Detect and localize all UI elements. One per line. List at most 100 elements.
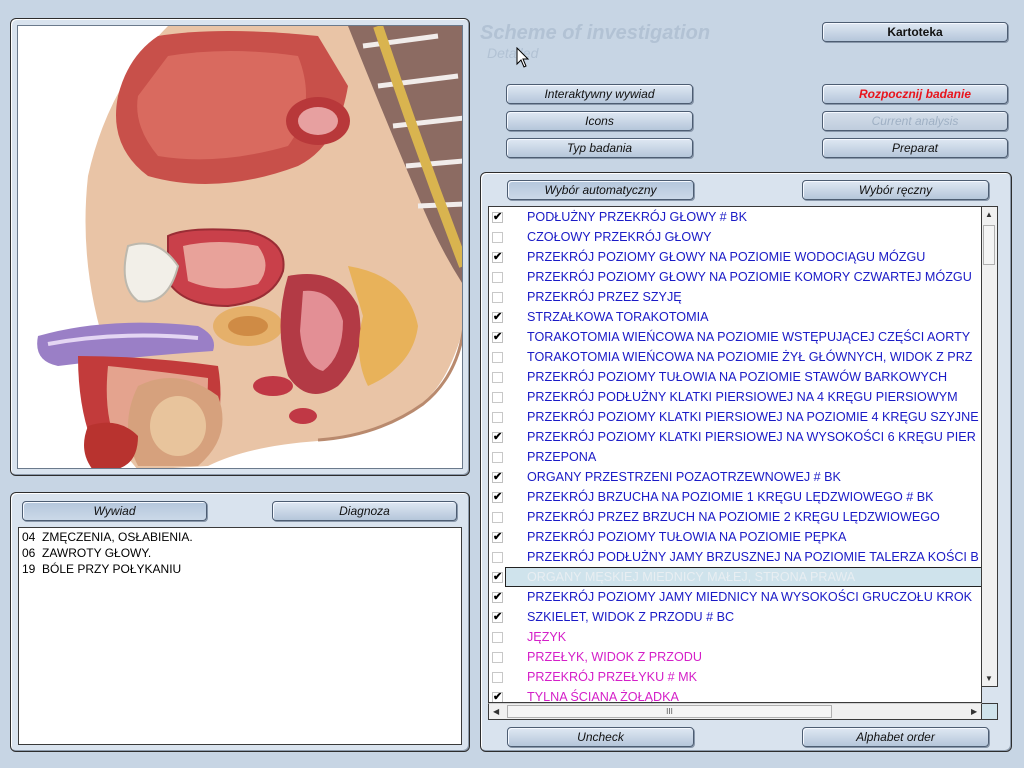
item-checkbox[interactable]: ✔ [492,571,503,583]
scroll-down-icon[interactable]: ▼ [985,674,993,683]
investigation-list-item[interactable]: PRZEKRÓJ PRZEŁYKU # MK [489,667,981,687]
investigation-list-item[interactable]: PRZEKRÓJ POZIOMY GŁOWY NA POZIOMIE KOMOR… [489,267,981,287]
investigation-list-item[interactable]: PRZEKRÓJ PRZEZ SZYJĘ [489,287,981,307]
investigation-list-item[interactable]: CZOŁOWY PRZEKRÓJ GŁOWY [489,227,981,247]
investigation-list[interactable]: ✔ PODŁUŻNY PRZEKRÓJ GŁOWY # BK CZOŁOWY PRZ… [488,206,982,703]
scroll-up-icon[interactable]: ▲ [985,210,993,219]
item-checkbox[interactable]: ✔ [492,311,503,323]
mouse-cursor-icon [516,46,530,74]
item-label: PRZEKRÓJ PRZEZ BRZUCH NA POZIOMIE 2 KRĘG… [527,510,940,524]
investigation-list-item[interactable]: PRZEŁYK, WIDOK Z PRZODU [489,647,981,667]
item-label: TORAKOTOMIA WIEŃCOWA NA POZIOMIE WSTĘPUJ… [527,330,971,344]
item-checkbox[interactable] [492,271,503,283]
manual-select-button[interactable]: Wybór ręczny [802,180,989,200]
interview-panel: Wywiad Diagnoza 04 ZMĘCZENIA, OSŁABIENIA… [10,492,470,752]
start-exam-button[interactable]: Rozpocznij badanie [822,84,1008,104]
symptom-item[interactable]: 19 BÓLE PRZY POŁYKANIU [22,561,458,577]
uncheck-button[interactable]: Uncheck [507,727,694,747]
current-analysis-button[interactable]: Current analysis [822,111,1008,131]
item-checkbox[interactable] [492,511,503,523]
investigation-list-item[interactable]: ✔ PRZEKRÓJ POZIOMY KLATKI PIERSIOWEJ NA W… [489,427,981,447]
item-checkbox[interactable]: ✔ [492,331,503,343]
investigation-list-item[interactable]: ✔ TYLNA ŚCIANA ŻOŁĄDKA [489,687,981,703]
item-label: PRZEKRÓJ PODŁUŻNY KLATKI PIERSIOWEJ NA 4… [527,390,958,404]
icons-button[interactable]: Icons [506,111,693,131]
scrollbar-corner [982,703,998,720]
investigation-list-item[interactable]: PRZEKRÓJ PRZEZ BRZUCH NA POZIOMIE 2 KRĘG… [489,507,981,527]
symptom-item[interactable]: 04 ZMĘCZENIA, OSŁABIENIA. [22,529,458,545]
investigation-list-item[interactable]: PRZEKRÓJ PODŁUŻNY JAMY BRZUSZNEJ NA POZI… [489,547,981,567]
tab-interview[interactable]: Wywiad [22,501,207,521]
investigation-list-item[interactable]: ✔ STRZAŁKOWA TORAKOTOMIA [489,307,981,327]
item-checkbox[interactable] [492,391,503,403]
item-label: TORAKOTOMIA WIEŃCOWA NA POZIOMIE ŻYŁ GŁÓ… [527,350,973,364]
item-label: PRZEKRÓJ POZIOMY TUŁOWIA NA POZIOMIE STA… [527,370,948,384]
investigation-list-item[interactable]: ✔ ORGANY MĘSKIEJ MIEDNICY MAŁEJ, STRONA P… [489,567,981,587]
item-checkbox[interactable]: ✔ [492,591,503,603]
item-label: JĘZYK [527,630,567,644]
item-label: PRZEPONA [527,450,597,464]
item-checkbox[interactable] [492,451,503,463]
item-checkbox[interactable] [492,351,503,363]
scroll-right-icon[interactable]: ▶ [971,707,977,716]
item-checkbox[interactable]: ✔ [492,531,503,543]
symptoms-list[interactable]: 04 ZMĘCZENIA, OSŁABIENIA. 06 ZAWROTY GŁO… [18,527,462,745]
investigation-list-item[interactable]: ✔ PRZEKRÓJ POZIOMY JAMY MIEDNICY NA WYSOK… [489,587,981,607]
item-checkbox[interactable] [492,411,503,423]
item-checkbox[interactable] [492,651,503,663]
preparat-button[interactable]: Preparat [822,138,1008,158]
item-checkbox[interactable]: ✔ [492,491,503,503]
vertical-scroll-thumb[interactable] [983,225,995,265]
item-checkbox[interactable] [492,231,503,243]
item-checkbox[interactable] [492,631,503,643]
item-label: TYLNA ŚCIANA ŻOŁĄDKA [527,690,679,703]
item-checkbox[interactable] [492,551,503,563]
scroll-left-icon[interactable]: ◀ [493,707,499,716]
investigation-list-item[interactable]: ✔ ORGANY PRZESTRZENI POZAOTRZEWNOWEJ # BK [489,467,981,487]
item-label: PRZEKRÓJ POZIOMY GŁOWY NA POZIOMIE KOMOR… [527,270,972,284]
investigation-list-item[interactable]: ✔ PRZEKRÓJ POZIOMY GŁOWY NA POZIOMIE WODO… [489,247,981,267]
investigation-list-item[interactable]: TORAKOTOMIA WIEŃCOWA NA POZIOMIE ŻYŁ GŁÓ… [489,347,981,367]
investigation-list-item[interactable]: PRZEKRÓJ POZIOMY TUŁOWIA NA POZIOMIE STA… [489,367,981,387]
anatomy-image[interactable] [17,25,463,469]
item-checkbox[interactable]: ✔ [492,431,503,443]
item-checkbox[interactable]: ✔ [492,251,503,263]
vertical-scrollbar[interactable]: ▲ ▼ [982,206,998,687]
item-label: ORGANY MĘSKIEJ MIEDNICY MAŁEJ, STRONA PR… [527,570,856,584]
investigation-list-item[interactable]: PRZEKRÓJ POZIOMY KLATKI PIERSIOWEJ NA PO… [489,407,981,427]
item-checkbox[interactable]: ✔ [492,471,503,483]
horizontal-scrollbar[interactable]: ◀ III ▶ [488,703,982,720]
investigation-list-item[interactable]: ✔ PODŁUŻNY PRZEKRÓJ GŁOWY # BK [489,207,981,227]
item-checkbox[interactable] [492,671,503,683]
interactive-interview-button[interactable]: Interaktywny wywiad [506,84,693,104]
item-label: PRZEKRÓJ POZIOMY KLATKI PIERSIOWEJ NA WY… [527,430,976,444]
investigation-list-item[interactable]: ✔ SZKIELET, WIDOK Z PRZODU # BC [489,607,981,627]
anatomy-image-panel [10,18,470,476]
page-title: Scheme of investigation [480,22,711,44]
investigation-list-item[interactable]: ✔ PRZEKRÓJ BRZUCHA NA POZIOMIE 1 KRĘGU LĘ… [489,487,981,507]
investigation-list-panel: Wybór automatyczny Wybór ręczny ✔ PODŁUŻN… [480,172,1012,752]
auto-select-button[interactable]: Wybór automatyczny [507,180,694,200]
investigation-list-item[interactable]: PRZEKRÓJ PODŁUŻNY KLATKI PIERSIOWEJ NA 4… [489,387,981,407]
investigation-list-item[interactable]: PRZEPONA [489,447,981,467]
item-checkbox[interactable]: ✔ [492,611,503,623]
kartoteka-button[interactable]: Kartoteka [822,22,1008,42]
item-checkbox[interactable]: ✔ [492,691,503,702]
item-checkbox[interactable] [492,371,503,383]
item-label: PODŁUŻNY PRZEKRÓJ GŁOWY # BK [527,210,747,224]
item-label: CZOŁOWY PRZEKRÓJ GŁOWY [527,230,712,244]
item-label: SZKIELET, WIDOK Z PRZODU # BC [527,610,735,624]
investigation-list-item[interactable]: ✔ PRZEKRÓJ POZIOMY TUŁOWIA NA POZIOMIE PĘ… [489,527,981,547]
item-checkbox[interactable]: ✔ [492,211,503,223]
symptom-item[interactable]: 06 ZAWROTY GŁOWY. [22,545,458,561]
investigation-list-item[interactable]: ✔ TORAKOTOMIA WIEŃCOWA NA POZIOMIE WSTĘPU… [489,327,981,347]
exam-type-button[interactable]: Typ badania [506,138,693,158]
item-label: PRZEKRÓJ POZIOMY KLATKI PIERSIOWEJ NA PO… [527,410,979,424]
item-label: PRZEKRÓJ PRZEŁYKU # MK [527,670,698,684]
alphabet-order-button[interactable]: Alphabet order [802,727,989,747]
tab-diagnosis[interactable]: Diagnoza [272,501,457,521]
investigation-list-item[interactable]: JĘZYK [489,627,981,647]
horizontal-scroll-thumb[interactable]: III [507,705,832,718]
item-checkbox[interactable] [492,291,503,303]
item-label: ORGANY PRZESTRZENI POZAOTRZEWNOWEJ # BK [527,470,841,484]
